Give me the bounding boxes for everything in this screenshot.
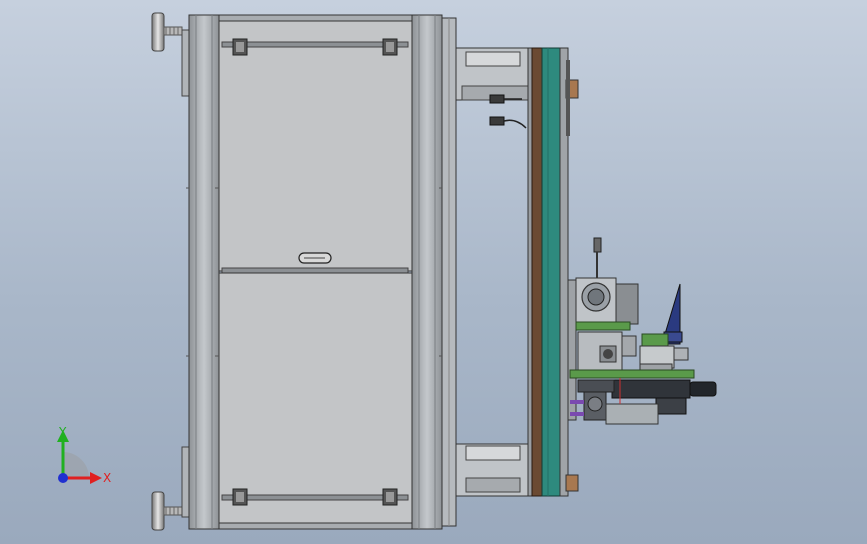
- lower-bracket: [455, 443, 529, 497]
- hinge-bottom-left: [232, 488, 248, 506]
- proximity-sensor-2: [489, 116, 527, 129]
- hinge-top-left: [232, 38, 248, 56]
- coordinate-axes-icon: Y X: [57, 425, 111, 485]
- hinge-top-right: [382, 38, 398, 56]
- y-axis-label: Y: [58, 425, 67, 439]
- cad-viewport[interactable]: Y X: [0, 0, 867, 544]
- upper-door-panel: [218, 20, 413, 274]
- upper-bracket: [455, 47, 529, 101]
- door-handle-icon: [298, 252, 332, 264]
- lower-door-panel: [218, 272, 413, 524]
- x-axis-label: X: [103, 471, 111, 485]
- actuator-assembly: [567, 237, 717, 425]
- leveling-foot-bottom: [151, 491, 183, 531]
- leveling-foot-top: [151, 12, 183, 52]
- hinge-bottom-right: [382, 488, 398, 506]
- cad-drawing[interactable]: Y X: [0, 0, 867, 544]
- support-column: [527, 47, 569, 497]
